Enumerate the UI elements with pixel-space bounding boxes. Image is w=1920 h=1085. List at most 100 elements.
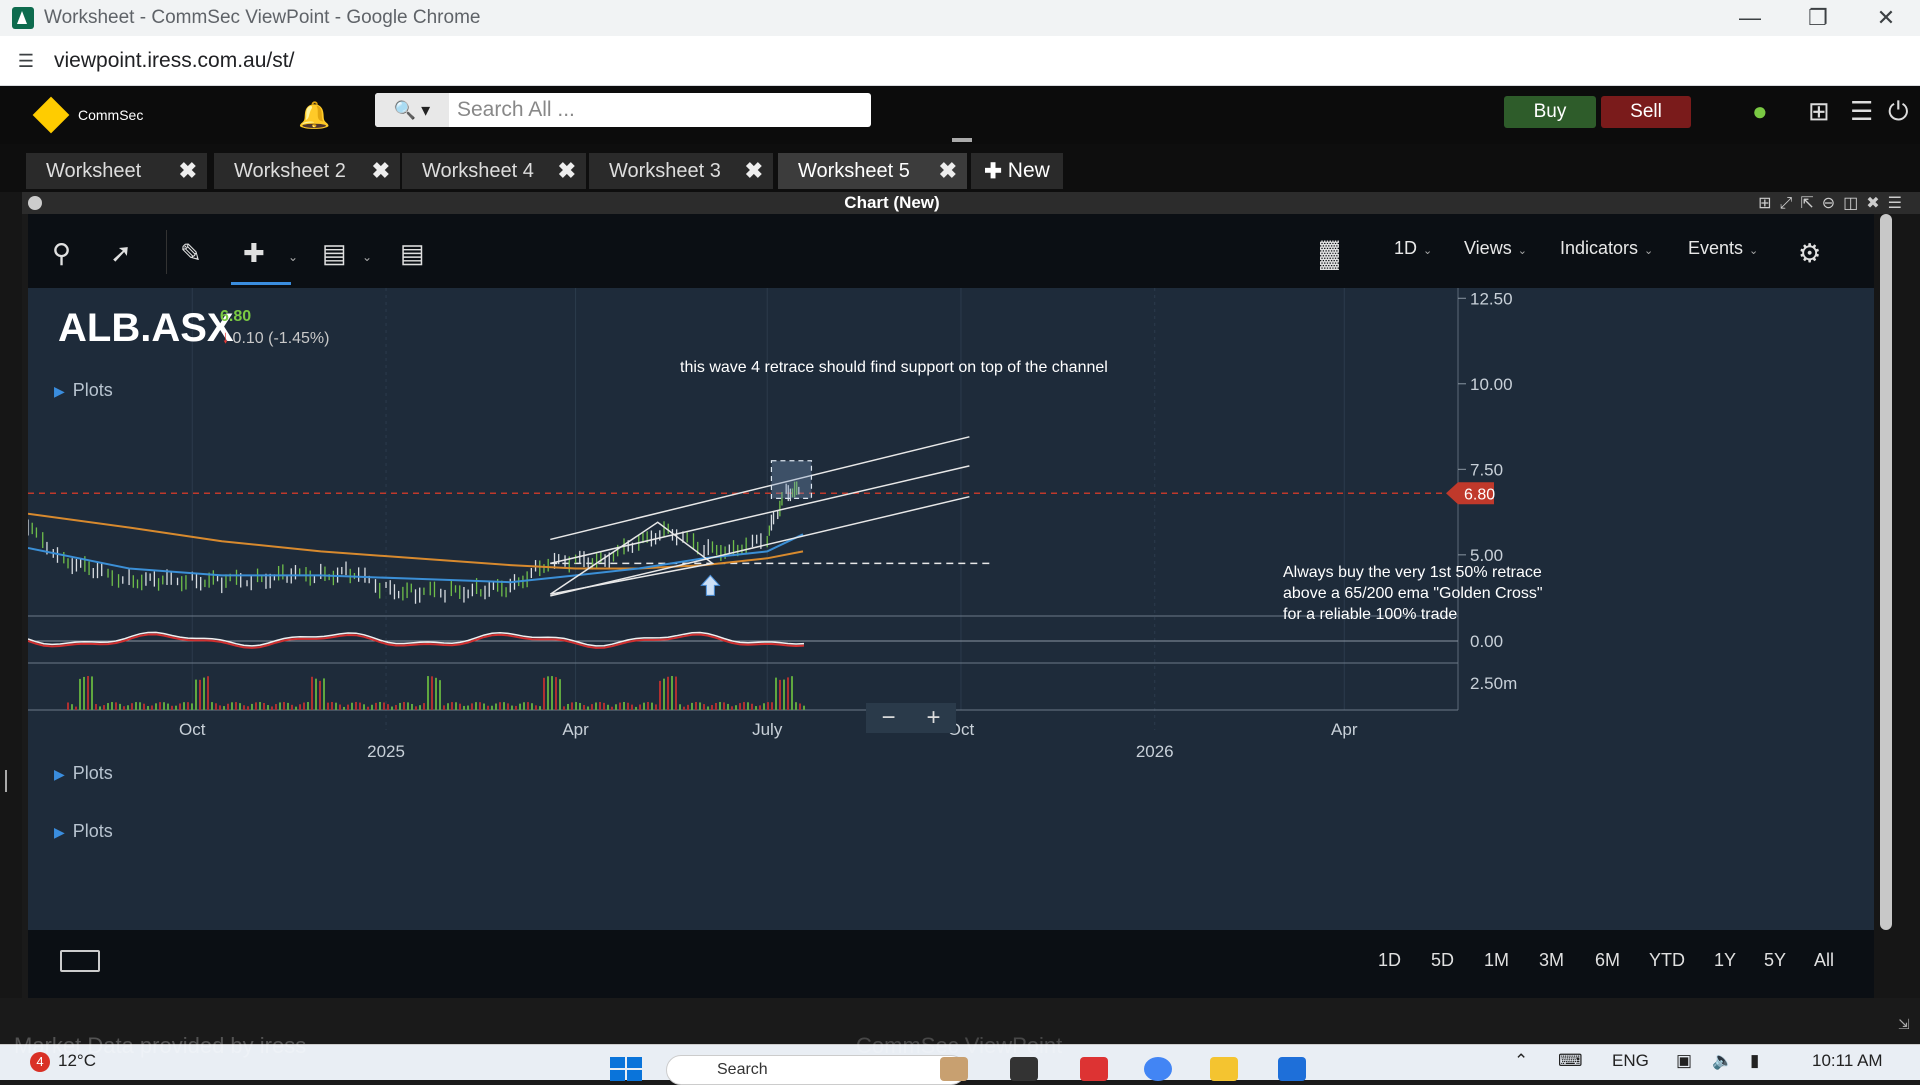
drag-handle-icon[interactable]	[952, 138, 972, 142]
commsec-logo[interactable]: CommSec	[32, 96, 144, 134]
tab-worksheet[interactable]: Worksheet ✖	[26, 153, 207, 189]
tab-worksheet-4[interactable]: Worksheet 4 ✖	[402, 153, 586, 189]
clock-time[interactable]: 10:11 AM	[1812, 1051, 1883, 1071]
interval-menu[interactable]: 1D ⌄	[1394, 238, 1432, 259]
bell-icon[interactable]: 🔔	[298, 100, 330, 131]
address-bar[interactable]: ☰ viewpoint.iress.com.au/st/	[0, 36, 1920, 86]
search-icon[interactable]: 🔍 ▾	[375, 93, 449, 127]
taskbar-search-label: Search	[717, 1061, 768, 1078]
minimize-icon[interactable]: —	[1716, 5, 1784, 31]
brand-name: CommSec	[78, 107, 144, 123]
range-5y-button[interactable]: 5Y	[1764, 950, 1786, 971]
taskbar-search[interactable]: Search	[666, 1055, 966, 1085]
candlestick-type-icon[interactable]: ▓	[1320, 238, 1339, 269]
zoom-in-button[interactable]: +	[926, 704, 940, 732]
panel-window-controls[interactable]: ⊞⤢⇱⊖◫✖☰	[1758, 193, 1910, 213]
tab-worksheet-3[interactable]: Worksheet 3 ✖	[589, 153, 773, 189]
range-6m-button[interactable]: 6M	[1595, 950, 1620, 971]
range-1d-button[interactable]: 1D	[1378, 950, 1401, 971]
chrome-icon[interactable]	[1144, 1057, 1172, 1081]
weather-widget[interactable]: 4 12°C	[30, 1051, 96, 1072]
add-indicator-icon[interactable]: ➚	[110, 238, 132, 269]
range-3m-button[interactable]: 3M	[1539, 950, 1564, 971]
close-tab-icon[interactable]: ✖	[939, 158, 957, 184]
views-menu[interactable]: Views ⌄	[1464, 238, 1527, 259]
restore-icon[interactable]: ❐	[1784, 5, 1852, 31]
pencil-draw-icon[interactable]: ✎	[180, 238, 202, 269]
tab-worksheet-5[interactable]: Worksheet 5 ✖	[778, 153, 967, 189]
keyboard-icon[interactable]	[60, 950, 100, 972]
crosshair-icon[interactable]: ✚	[243, 238, 265, 269]
buy-button[interactable]: Buy	[1504, 96, 1596, 128]
chart-area[interactable]: 12.50 10.00 7.50 5.00 0.00 2.50m Oct Apr July Oct…	[28, 288, 1874, 930]
search-input[interactable]	[457, 95, 857, 125]
commsec-diamond-icon	[32, 96, 70, 134]
comment-dropdown-icon[interactable]: ⌄	[362, 250, 372, 264]
browser-titlebar: Worksheet - CommSec ViewPoint - Google C…	[0, 0, 1920, 36]
power-icon[interactable]: ⏻	[1888, 96, 1909, 128]
annotation-golden-cross-line: above a 65/200 ema "Golden Cross"	[1283, 585, 1543, 602]
new-tab-button[interactable]: ✚ New	[971, 153, 1063, 189]
battery-icon[interactable]: ▮	[1750, 1051, 1759, 1071]
tab-label: Worksheet 4	[422, 159, 534, 182]
plots-toggle-price[interactable]: ▶ Plots	[54, 380, 113, 401]
comment-icon[interactable]: ▤	[322, 238, 347, 269]
chart-toolbar: ⚲ ➚ ✎ ✚ ⌄ ▤ ⌄ ▤ ▓ 1D ⌄ Views ⌄ Indicators ⌄…	[28, 214, 1874, 288]
vertical-scrollbar[interactable]	[1880, 214, 1892, 930]
network-icon[interactable]: ▣	[1676, 1051, 1692, 1071]
language-indicator[interactable]: ENG	[1612, 1051, 1649, 1071]
sell-button[interactable]: Sell	[1601, 96, 1691, 128]
close-window-icon[interactable]: ✕	[1852, 5, 1920, 31]
file-explorer-icon[interactable]	[1210, 1057, 1238, 1081]
taskbar-app-icon[interactable]	[1080, 1057, 1108, 1081]
close-tab-icon[interactable]: ✖	[179, 158, 197, 184]
zoom-search-icon[interactable]: ⚲	[52, 238, 71, 269]
x-tick-label: Oct	[179, 720, 206, 739]
volume-tick-label: 2.50m	[1470, 674, 1517, 693]
taskbar-app-icon[interactable]	[940, 1057, 968, 1081]
chart-panel-header: Chart (New) ⊞⤢⇱⊖◫✖☰	[22, 192, 1920, 214]
down-arrow-icon: 🠓	[223, 330, 229, 346]
plots-toggle-volume[interactable]: ▶ Plots	[54, 821, 113, 842]
lightbulb-icon[interactable]: ●	[1752, 96, 1768, 127]
windows-start-icon[interactable]	[610, 1057, 642, 1081]
zoom-out-button[interactable]: −	[881, 704, 895, 732]
range-1m-button[interactable]: 1M	[1484, 950, 1509, 971]
tab-worksheet-2[interactable]: Worksheet 2 ✖	[214, 153, 400, 189]
volume-icon[interactable]: 🔈	[1712, 1051, 1733, 1071]
resize-grip-icon[interactable]: ⇲	[1898, 1016, 1910, 1033]
taskbar-app-icon[interactable]	[1278, 1057, 1306, 1081]
site-settings-icon[interactable]: ☰	[14, 49, 38, 73]
crosshair-dropdown-icon[interactable]: ⌄	[288, 250, 298, 264]
expand-triangle-icon: ▶	[54, 824, 65, 840]
menu-icon[interactable]: ☰	[1850, 96, 1873, 127]
range-all-button[interactable]: All	[1814, 950, 1834, 971]
chevron-down-icon: ⌄	[1517, 245, 1527, 257]
x-year-label: 2026	[1136, 742, 1174, 761]
events-menu[interactable]: Events ⌄	[1688, 238, 1758, 259]
chevron-down-icon: ⌄	[1423, 245, 1433, 257]
weather-alert-badge: 4	[30, 1052, 50, 1072]
close-tab-icon[interactable]: ✖	[745, 158, 763, 184]
price-chart[interactable]: 12.5010.007.505.000.002.50mOct Apr July Oct…	[28, 288, 1874, 930]
worksheet-tabs: Worksheet ✖ Worksheet 2 ✖ Worksheet 4 ✖ …	[0, 138, 1920, 194]
url-text[interactable]: viewpoint.iress.com.au/st/	[54, 49, 294, 73]
close-tab-icon[interactable]: ✖	[372, 158, 390, 184]
data-table-icon[interactable]: ▤	[400, 238, 425, 269]
close-tab-icon[interactable]: ✖	[558, 158, 576, 184]
expand-triangle-icon: ▶	[54, 766, 65, 782]
plots-toggle-oscillator[interactable]: ▶ Plots	[54, 763, 113, 784]
task-view-icon[interactable]	[1010, 1057, 1038, 1081]
range-1y-button[interactable]: 1Y	[1714, 950, 1736, 971]
tray-chevron-icon[interactable]: ⌃	[1514, 1051, 1528, 1071]
range-5d-button[interactable]: 5D	[1431, 950, 1454, 971]
y-tick-label: 10.00	[1470, 375, 1513, 394]
collapse-grip-icon[interactable]	[5, 770, 8, 792]
indicators-menu[interactable]: Indicators ⌄	[1560, 238, 1653, 259]
add-panel-icon[interactable]: ⊞	[1808, 96, 1830, 127]
interval-label: 1D	[1394, 238, 1418, 258]
keyboard-tray-icon[interactable]: ⌨	[1558, 1051, 1583, 1071]
range-ytd-button[interactable]: YTD	[1649, 950, 1685, 971]
gear-icon[interactable]: ⚙	[1798, 238, 1821, 269]
channel-line	[550, 436, 970, 541]
